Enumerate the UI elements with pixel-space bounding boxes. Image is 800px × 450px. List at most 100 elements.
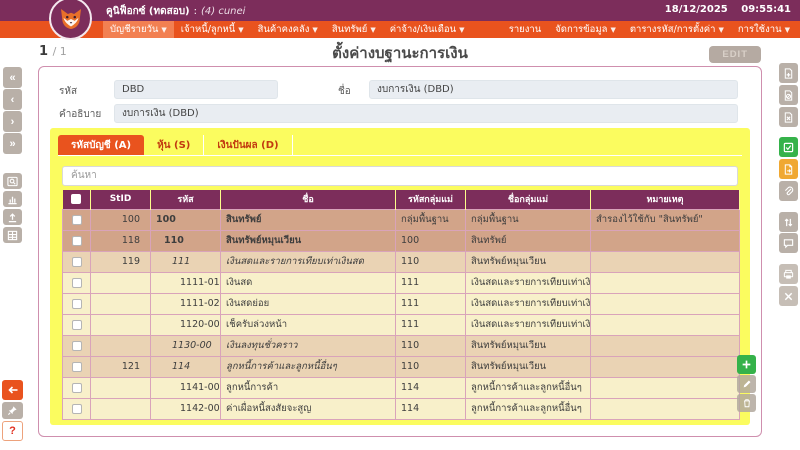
clock: 18/12/2025 09:55:41 xyxy=(655,4,791,15)
row-checkbox[interactable] xyxy=(72,257,82,267)
chevron-down-icon: ▼ xyxy=(610,26,615,34)
row-checkbox[interactable] xyxy=(72,215,82,225)
chevron-down-icon: ▼ xyxy=(718,26,723,34)
cell-note xyxy=(591,335,740,356)
delete-row-button[interactable] xyxy=(737,394,756,412)
cell-parent-name: เงินสดและรายการเทียบเท่าเงินสด xyxy=(466,314,591,335)
last-record-button[interactable]: » xyxy=(3,133,22,154)
next-record-button[interactable]: › xyxy=(3,111,22,132)
upload-icon xyxy=(7,212,18,223)
table-row[interactable]: 1141-00 ลูกหนี้การค้า 114 ลูกหนี้การค้าแ… xyxy=(63,377,740,398)
menu-code-tables-settings[interactable]: ตารางรหัส/การตั้งค่า▼ xyxy=(623,21,731,38)
export-document-button[interactable] xyxy=(779,159,798,179)
cell-parent-name: เงินสดและรายการเทียบเท่าเงินสด xyxy=(466,272,591,293)
cell-note: สำรองไว้ใช้กับ "สินทรัพย์" xyxy=(591,209,740,230)
detail-section: รหัสบัญชี (A) หุ้น (S) เงินปันผล (D) StI… xyxy=(50,128,750,425)
cell-code: 1111-01 xyxy=(151,272,221,293)
cell-note xyxy=(591,377,740,398)
search-input[interactable] xyxy=(62,166,738,186)
document-edit-icon xyxy=(783,90,794,101)
cell-code: 1120-00 xyxy=(151,314,221,335)
menu-reports[interactable]: รายงาน xyxy=(502,21,548,38)
edit-button[interactable]: EDIT xyxy=(709,46,761,63)
cell-parent-name: ลูกหนี้การค้าและลูกหนี้อื่นๆ xyxy=(466,398,591,419)
cell-parent-name: สินทรัพย์หมุนเวียน xyxy=(466,251,591,272)
table-row[interactable]: 1111-02 เงินสดย่อย 111 เงินสดและรายการเท… xyxy=(63,293,740,314)
description-field[interactable] xyxy=(114,104,738,123)
menu-payroll[interactable]: ค่าจ้าง/เงินเดือน▼ xyxy=(383,21,472,38)
add-row-button[interactable] xyxy=(737,355,756,374)
edit-row-button[interactable] xyxy=(737,375,756,393)
menu-data-management[interactable]: จัดการข้อมูล▼ xyxy=(548,21,623,38)
new-document-button[interactable] xyxy=(779,63,798,83)
row-checkbox[interactable] xyxy=(72,320,82,330)
name-field[interactable] xyxy=(369,80,738,99)
table-row[interactable]: 119 111 เงินสดและรายการเทียบเท่าเงินสด 1… xyxy=(63,251,740,272)
table-row[interactable]: 118 110 สินทรัพย์หมุนเวียน 100 สินทรัพย์ xyxy=(63,230,740,251)
table-row[interactable]: 121 114 ลูกหนี้การค้าและลูกหนี้อื่นๆ 110… xyxy=(63,356,740,377)
app-title: คูนิฟ็อกซ์ (ทดสอบ):(4) cunei xyxy=(106,4,245,19)
row-checkbox[interactable] xyxy=(72,404,82,414)
pin-button[interactable] xyxy=(2,402,23,419)
app-name: คูนิฟ็อกซ์ (ทดสอบ) xyxy=(106,6,190,17)
confirm-button[interactable] xyxy=(779,137,798,157)
table-row[interactable]: 1142-00 ค่าเผื่อหนี้สงสัยจะสูญ 114 ลูกหน… xyxy=(63,398,740,419)
column-header-note[interactable]: หมายเหตุ xyxy=(591,190,740,209)
cell-parent-code: 110 xyxy=(396,356,466,377)
row-checkbox[interactable] xyxy=(72,383,82,393)
cell-parent-name: สินทรัพย์ xyxy=(466,230,591,251)
row-checkbox[interactable] xyxy=(72,362,82,372)
menu-assets[interactable]: สินทรัพย์▼ xyxy=(325,21,383,38)
column-header-name[interactable]: ชื่อ xyxy=(221,190,396,209)
table-row[interactable]: 1120-00 เช็ครับล่วงหน้า 111 เงินสดและราย… xyxy=(63,314,740,335)
menu-daily-journal[interactable]: บัญชีรายวัน▼ xyxy=(103,21,174,38)
tab-account-codes[interactable]: รหัสบัญชี (A) xyxy=(58,135,144,155)
table-grid-icon xyxy=(7,230,18,241)
cell-parent-name: ลูกหนี้การค้าและลูกหนี้อื่นๆ xyxy=(466,377,591,398)
grid-view-button[interactable] xyxy=(3,227,22,243)
column-header-code[interactable]: รหัส xyxy=(151,190,221,209)
first-record-button[interactable]: « xyxy=(3,67,22,88)
menu-left: บัญชีรายวัน▼ เจ้าหนี้/ลูกหนี้▼ สินค้าคงค… xyxy=(103,21,472,38)
row-checkbox[interactable] xyxy=(72,236,82,246)
preview-button[interactable] xyxy=(3,173,22,189)
upload-button[interactable] xyxy=(3,209,22,225)
cell-code: 111 xyxy=(151,251,221,272)
comment-button[interactable] xyxy=(779,233,798,253)
prev-record-button[interactable]: ‹ xyxy=(3,89,22,110)
menu-inventory[interactable]: สินค้าคงคลัง▼ xyxy=(251,21,325,38)
printer-icon xyxy=(783,269,794,280)
delete-document-button[interactable] xyxy=(779,107,798,127)
row-checkbox[interactable] xyxy=(72,341,82,351)
menu-payables-receivables[interactable]: เจ้าหนี้/ลูกหนี้▼ xyxy=(174,21,251,38)
table-row[interactable]: 1111-01 เงินสด 111 เงินสดและรายการเทียบเ… xyxy=(63,272,740,293)
close-button[interactable] xyxy=(779,286,798,306)
tab-shares[interactable]: หุ้น (S) xyxy=(144,135,204,155)
code-field[interactable] xyxy=(114,80,278,99)
attachment-button[interactable] xyxy=(779,181,798,201)
column-header-parent-code[interactable]: รหัสกลุ่มแม่ xyxy=(396,190,466,209)
print-button[interactable] xyxy=(779,264,798,284)
document-export-icon xyxy=(783,164,794,175)
row-checkbox[interactable] xyxy=(72,299,82,309)
cell-name: สินทรัพย์ xyxy=(221,209,396,230)
back-button[interactable] xyxy=(2,380,23,400)
edit-document-button[interactable] xyxy=(779,85,798,105)
row-checkbox[interactable] xyxy=(72,278,82,288)
table-row[interactable]: 100 100 สินทรัพย์ กลุ่มพื้นฐาน กลุ่มพื้น… xyxy=(63,209,740,230)
table-row[interactable]: 1130-00 เงินลงทุนชั่วคราว 110 สินทรัพย์ห… xyxy=(63,335,740,356)
column-header-parent-name[interactable]: ชื่อกลุ่มแม่ xyxy=(466,190,591,209)
cell-parent-name: สินทรัพย์หมุนเวียน xyxy=(466,335,591,356)
cell-note xyxy=(591,398,740,419)
app-title-separator: : xyxy=(190,6,201,17)
tab-bar: รหัสบัญชี (A) หุ้น (S) เงินปันผล (D) xyxy=(58,135,742,156)
tab-dividends[interactable]: เงินปันผล (D) xyxy=(204,135,292,155)
select-all-checkbox[interactable] xyxy=(71,194,81,204)
sort-button[interactable] xyxy=(779,212,798,232)
bar-chart-icon xyxy=(7,194,18,205)
cell-name: เงินสดย่อย xyxy=(221,293,396,314)
menu-usage[interactable]: การใช้งาน▼ xyxy=(731,21,797,38)
chart-button[interactable] xyxy=(3,191,22,207)
column-header-stid[interactable]: StID xyxy=(91,190,151,209)
help-button[interactable]: ? xyxy=(2,421,23,441)
